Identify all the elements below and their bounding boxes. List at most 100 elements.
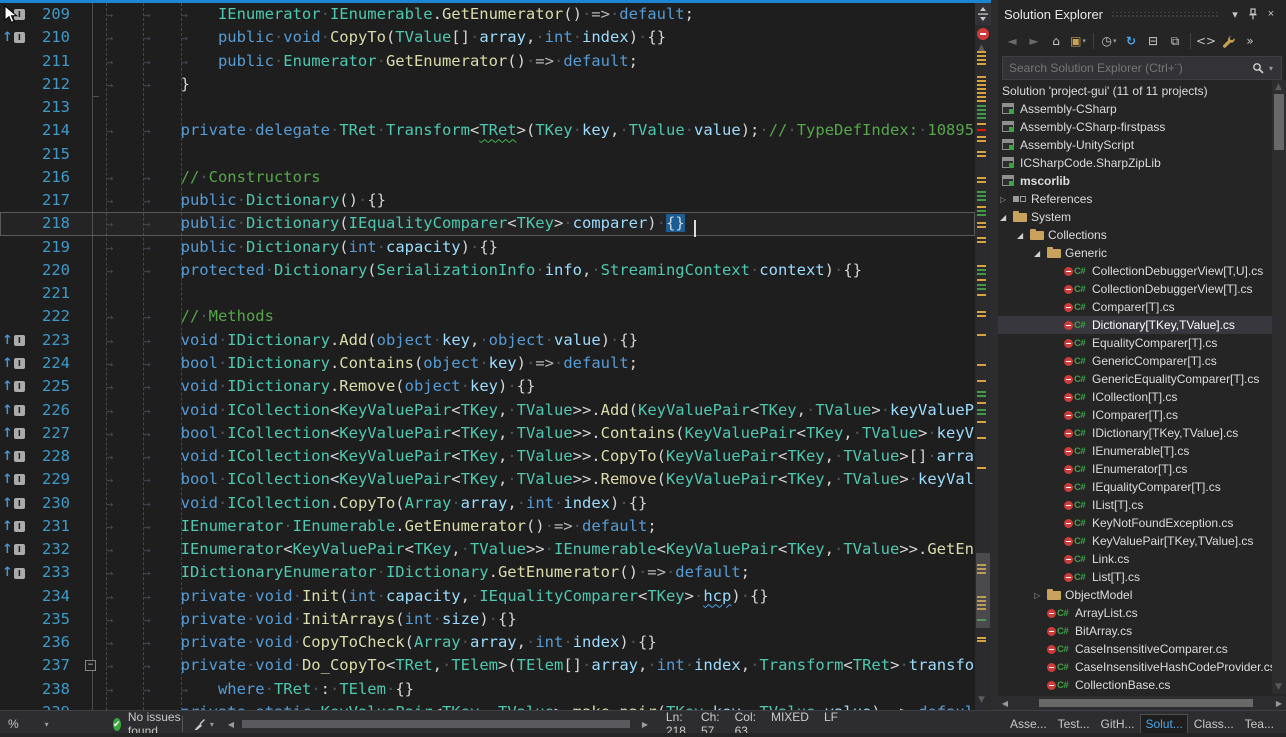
code-text[interactable]: →→private·void·InitArrays(int·size)·{} [100,608,975,631]
code-text[interactable]: →→void·IDictionary.Remove(object·key)·{} [100,375,975,398]
code-text[interactable]: →→void·IDictionary.Add(object·key,·objec… [100,329,975,352]
gutter-implements-margin[interactable] [0,701,26,710]
gutter-implements-margin[interactable] [0,96,26,119]
code-text[interactable]: →→private·static·KeyValuePair<TKey,·TVal… [100,701,975,710]
tab-class[interactable]: Class... [1190,715,1238,733]
code-text[interactable]: →→IDictionaryEnumerator·IDictionary.GetE… [100,561,975,584]
tree-item-keyvaluepair-tkey-tvalue-cs[interactable]: C#KeyValuePair[TKey,TValue].cs [998,532,1272,550]
tree-item-dictionary-tkey-tvalue-cs[interactable]: C#Dictionary[TKey,TValue].cs [998,316,1272,334]
outlining-margin[interactable] [78,561,100,584]
line-number[interactable]: 225 [26,375,78,398]
line-number[interactable]: 222 [26,305,78,328]
line-number[interactable]: 236 [26,631,78,654]
gutter-implements-margin[interactable] [0,73,26,96]
line-number[interactable]: 218 [26,212,78,235]
collapsed-arrow-icon[interactable]: ▷ [1000,195,1013,204]
tab-tea[interactable]: Tea... [1241,715,1278,733]
tree-item-mscorlib[interactable]: mscorlib [998,172,1272,190]
gutter-implements-margin[interactable]: ↑I [0,468,26,491]
gutter-implements-margin[interactable] [0,282,26,305]
outlining-margin[interactable] [78,96,100,119]
gutter-implements-margin[interactable]: ↑I [0,399,26,422]
line-number[interactable]: 233 [26,561,78,584]
code-line[interactable]: ↑I225 →→void·IDictionary.Remove(object·ke… [0,375,975,398]
outlining-margin[interactable] [78,492,100,515]
home-icon[interactable]: ⌂ [1046,31,1066,51]
code-line[interactable]: ↑I232→→IEnumerator<KeyValuePair<TKey,·TV… [0,538,975,561]
outlining-margin[interactable] [78,608,100,631]
search-input[interactable] [1003,61,1247,75]
code-line[interactable]: 217→→public·Dictionary()·{} [0,189,975,212]
code-line[interactable]: ↑I230→→void·ICollection.CopyTo(Array·arr… [0,492,975,515]
code-line[interactable]: ↑I227→→bool·ICollection<KeyValuePair<TKe… [0,422,975,445]
gutter-implements-margin[interactable] [0,678,26,701]
code-text[interactable]: →→void·ICollection<KeyValuePair<TKey,·TV… [100,399,975,422]
gutter-implements-margin[interactable] [0,119,26,142]
gutter-implements-margin[interactable]: ↑I [0,422,26,445]
gutter-implements-margin[interactable]: ↑I [0,375,26,398]
code-line[interactable]: 220 →→protected·Dictionary(SerializationI… [0,259,975,282]
tree-item-objectmodel[interactable]: ▷ObjectModel [998,586,1272,604]
scroll-right-icon[interactable]: ▶ [638,720,652,729]
code-text[interactable]: →→void·ICollection<KeyValuePair<TKey,·TV… [100,445,975,468]
code-line[interactable]: 212→→} [0,73,975,96]
code-text[interactable]: →→IEnumerator<KeyValuePair<TKey,·TValue>… [100,538,975,561]
code-line[interactable]: ↑I209→→→IEnumerator·IEnumerable.GetEnume… [0,3,975,26]
code-line[interactable]: 218 →→public·Dictionary(IEqualityComparer… [0,212,975,235]
tree-item-collectiondebuggerview-t-u-cs[interactable]: C#CollectionDebuggerView[T,U].cs [998,262,1272,280]
tree-item-solution[interactable]: Solution 'project-gui' (11 of 11 project… [998,82,1272,100]
code-text[interactable]: →→protected·Dictionary(SerializationInfo… [100,259,975,282]
outlining-margin[interactable] [78,515,100,538]
tree-item-caseinsensitivehashcodeprovider-cs[interactable]: C#CaseInsensitiveHashCodeProvider.cs [998,658,1272,676]
code-line[interactable]: 236→→private·void·CopyToCheck(Array·arra… [0,631,975,654]
panel-splitter[interactable] [991,0,998,737]
gutter-implements-margin[interactable] [0,585,26,608]
code-line[interactable]: ↑I224→→bool·IDictionary.Contains(object·… [0,352,975,375]
code-text[interactable]: →→IEnumerator·IEnumerable.GetEnumerator(… [100,515,975,538]
tree-item-keynotfoundexception-cs[interactable]: C#KeyNotFoundException.cs [998,514,1272,532]
gutter-implements-margin[interactable] [0,305,26,328]
tree-item-caseinsensitivecomparer-cs[interactable]: C#CaseInsensitiveComparer.cs [998,640,1272,658]
gutter-implements-margin[interactable] [0,212,26,235]
code-line[interactable]: 238→→→where·TRet·:·TElem·{} [0,678,975,701]
code-text[interactable]: →→//·Methods [100,305,975,328]
gutter-implements-margin[interactable] [0,50,26,73]
code-line[interactable]: ↑I229→→bool·ICollection<KeyValuePair<TKe… [0,468,975,491]
editor-vertical-scrollbar[interactable]: ▲ ▼ [975,3,991,710]
code-text[interactable]: →→public·Dictionary(IEqualityComparer<TK… [100,212,975,235]
line-number[interactable]: 213 [26,96,78,119]
code-text[interactable]: →→bool·ICollection<KeyValuePair<TKey,·TV… [100,468,975,491]
view-code-icon[interactable]: <> [1196,31,1216,51]
outlining-margin[interactable] [78,678,100,701]
code-line[interactable]: 213 [0,96,975,119]
outlining-margin[interactable] [78,422,100,445]
code-editor[interactable]: ↑I209→→→IEnumerator·IEnumerable.GetEnume… [0,3,975,710]
gutter-implements-margin[interactable]: ↑I [0,352,26,375]
code-text[interactable]: →→→public·Enumerator·GetEnumerator()·=>·… [100,50,975,73]
outlining-margin[interactable] [78,631,100,654]
line-number[interactable]: 219 [26,236,78,259]
line-number[interactable]: 227 [26,422,78,445]
outlining-margin[interactable] [78,701,100,710]
collapsed-arrow-icon[interactable]: ▷ [1034,591,1047,600]
gutter-implements-margin[interactable] [0,189,26,212]
tree-item-genericequalitycomparer-t-cs[interactable]: C#GenericEqualityComparer[T].cs [998,370,1272,388]
tree-item-collectiondebuggerview-t-cs[interactable]: C#CollectionDebuggerView[T].cs [998,280,1272,298]
switch-views-icon[interactable]: ▣▾ [1068,31,1088,51]
pending-changes-filter-icon[interactable]: ◷▾ [1099,31,1119,51]
gutter-implements-margin[interactable]: ↑I [0,329,26,352]
line-number[interactable]: 220 [26,259,78,282]
line-number[interactable]: 221 [26,282,78,305]
code-line[interactable]: ↑I226→→void·ICollection<KeyValuePair<TKe… [0,399,975,422]
search-options-chevron-icon[interactable]: ▾ [1269,64,1281,73]
gutter-implements-margin[interactable]: ↑I [0,445,26,468]
tree-item-assembly-csharp-firstpass[interactable]: Assembly-CSharp-firstpass [998,118,1272,136]
scroll-down-icon[interactable]: ▼ [1275,682,1282,692]
code-text[interactable]: →→bool·IDictionary.Contains(object·key)·… [100,352,975,375]
properties-wrench-icon[interactable] [1218,31,1238,51]
tree-item-ienumerable-t-cs[interactable]: C#IEnumerable[T].cs [998,442,1272,460]
tree-item-ienumerator-t-cs[interactable]: C#IEnumerator[T].cs [998,460,1272,478]
outlining-margin[interactable] [78,538,100,561]
outlining-margin[interactable] [78,212,100,235]
tree-item-genericcomparer-t-cs[interactable]: C#GenericComparer[T].cs [998,352,1272,370]
